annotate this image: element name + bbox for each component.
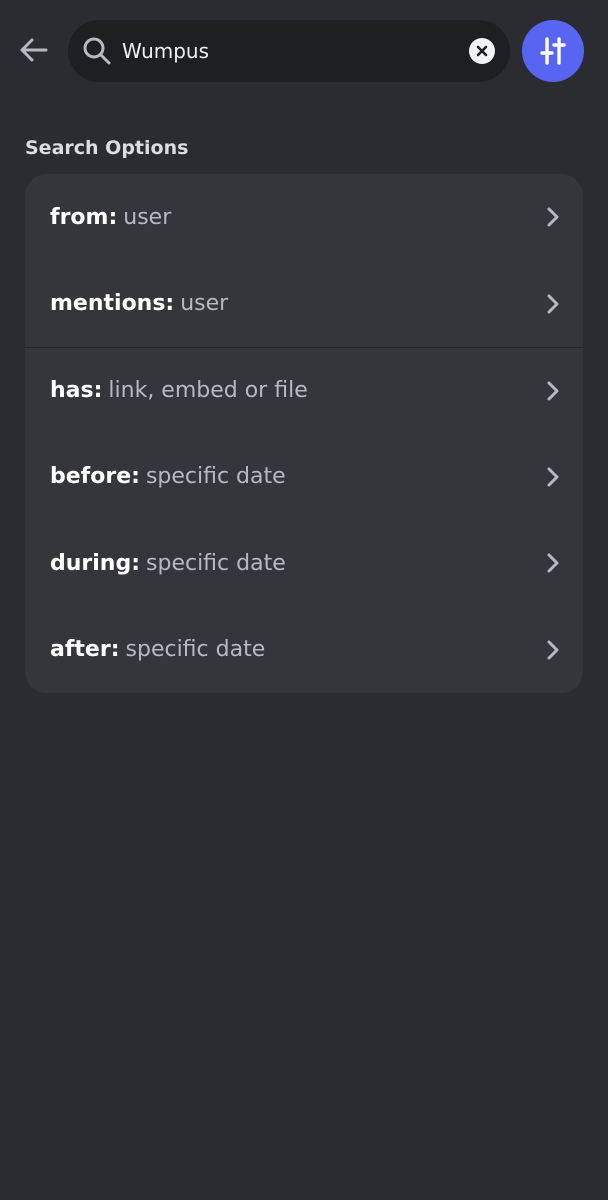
option-value: specific date [145, 464, 286, 490]
option-has[interactable]: has: link, embed or file [25, 347, 583, 434]
section-title: Search Options [25, 137, 189, 159]
option-before[interactable]: before: specific date [25, 434, 583, 521]
option-value: specific date [146, 550, 286, 576]
option-key: after: [50, 637, 120, 663]
option-key: mentions: [50, 291, 175, 317]
top-bar [0, 0, 608, 100]
chevron-right-icon [543, 205, 563, 229]
option-key: has: [50, 378, 103, 404]
option-value: link, embed or file [108, 378, 308, 404]
back-button[interactable] [14, 30, 54, 70]
clear-search-button[interactable] [469, 38, 495, 64]
option-from[interactable]: from: user [25, 174, 583, 261]
option-value: user [180, 291, 229, 317]
close-icon [476, 45, 488, 57]
search-icon [83, 37, 111, 65]
chevron-right-icon [543, 292, 563, 316]
chevron-right-icon [543, 551, 563, 575]
option-label: mentions: user [50, 291, 543, 316]
chevron-right-icon [543, 465, 563, 489]
search-options-list: from: user mentions: user has: link, embed … [25, 174, 583, 693]
option-value: user [123, 204, 172, 230]
option-key: from: [50, 204, 118, 230]
option-key: during: [50, 550, 141, 576]
option-label: has: link, embed or file [50, 378, 543, 403]
option-label: after: specific date [50, 637, 543, 662]
option-key: before: [50, 464, 140, 490]
arrow-left-icon [20, 38, 48, 62]
chevron-right-icon [543, 638, 563, 662]
sliders-icon [540, 37, 566, 65]
option-label: before: specific date [50, 464, 543, 489]
option-label: during: specific date [50, 551, 543, 576]
search-filters-button[interactable] [522, 20, 584, 82]
option-after[interactable]: after: specific date [25, 607, 583, 694]
option-during[interactable]: during: specific date [25, 520, 583, 607]
option-label: from: user [50, 205, 543, 230]
option-mentions[interactable]: mentions: user [25, 261, 583, 348]
chevron-right-icon [543, 379, 563, 403]
search-input[interactable] [122, 32, 452, 70]
search-bar [68, 20, 510, 82]
option-value: specific date [125, 637, 266, 663]
